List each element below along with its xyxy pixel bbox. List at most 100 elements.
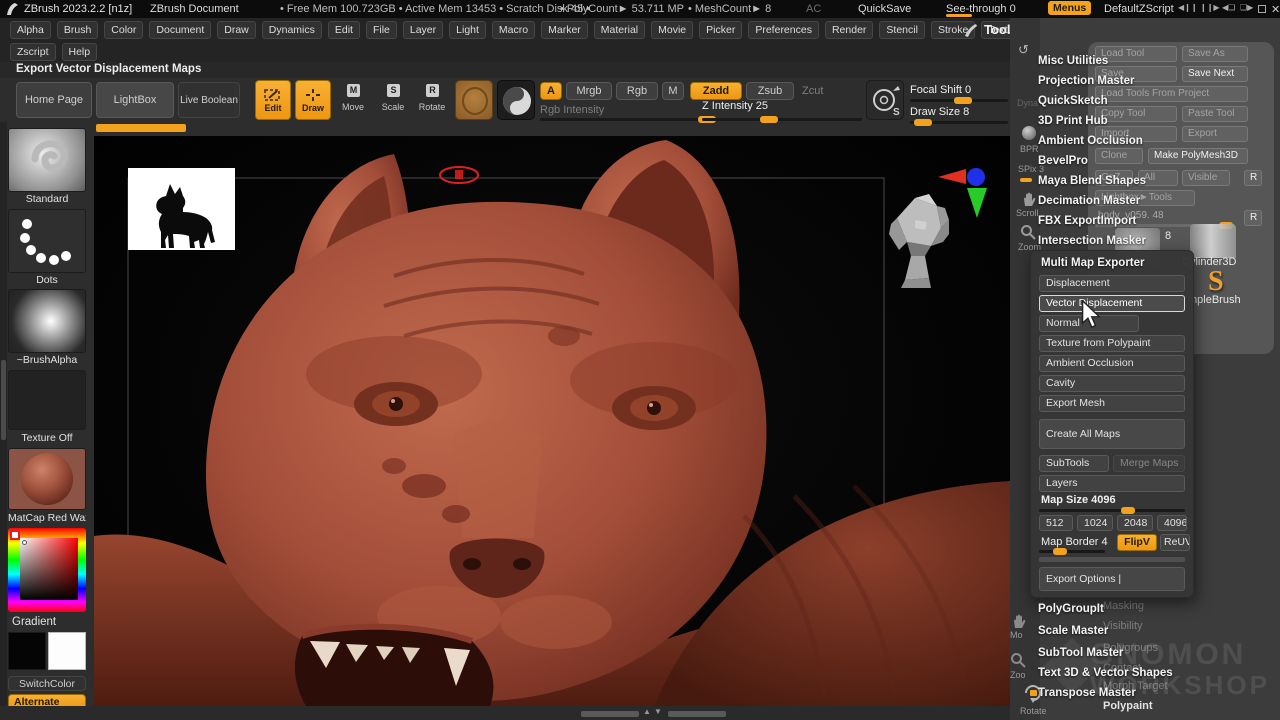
subtools-button[interactable]: SubTools (1039, 455, 1109, 472)
edit-button[interactable]: Edit (255, 80, 291, 120)
zplugin-intersection-masker[interactable]: Intersection Masker (1038, 235, 1146, 247)
r-button-1[interactable]: R (1244, 170, 1262, 186)
z-intensity-nub[interactable] (760, 116, 778, 123)
menu-marker[interactable]: Marker (541, 21, 588, 39)
save-next-button[interactable]: Save Next (1182, 66, 1248, 82)
shelf-scroll-hand-icon[interactable] (1020, 190, 1038, 208)
shelf-bpr-icon[interactable] (1022, 126, 1036, 140)
menu-picker[interactable]: Picker (699, 21, 742, 39)
zplugin-ambient-occlusion[interactable]: Ambient Occlusion (1038, 135, 1143, 147)
m-button[interactable]: M (662, 82, 684, 100)
draw-button[interactable]: Draw (295, 80, 331, 120)
main-color-swatch[interactable] (8, 632, 46, 670)
menu-preferences[interactable]: Preferences (748, 21, 819, 39)
size-4096-button[interactable]: 4096 (1157, 515, 1187, 531)
current-material-thumbnail[interactable] (8, 448, 86, 510)
menu-edit[interactable]: Edit (328, 21, 360, 39)
close-button[interactable]: ✕ (1271, 3, 1280, 16)
restore-button[interactable] (1258, 5, 1266, 13)
menu-help[interactable]: Help (62, 43, 98, 61)
map-texture-from-polypaint-button[interactable]: Texture from Polypaint (1039, 335, 1185, 352)
map-export-mesh-button[interactable]: Export Mesh (1039, 395, 1185, 412)
flipv-button[interactable]: FlipV (1117, 534, 1157, 551)
map-border-slider[interactable] (1039, 550, 1105, 553)
clone-button[interactable]: Clone (1095, 148, 1143, 164)
r-button-2[interactable]: R (1244, 210, 1262, 226)
cylinder3d-thumbnail[interactable] (1190, 224, 1236, 258)
menu-brush[interactable]: Brush (57, 21, 98, 39)
zsub-button[interactable]: Zsub (746, 82, 794, 100)
map-ambient-occlusion-button[interactable]: Ambient Occlusion (1039, 355, 1185, 372)
zplugin-quicksketch[interactable]: QuickSketch (1038, 95, 1108, 107)
map-size-slider[interactable] (1039, 509, 1185, 512)
zplugin-maya-blend-shapes[interactable]: Maya Blend Shapes (1038, 175, 1146, 187)
export-options-button[interactable]: Export Options | (1039, 567, 1185, 591)
color-picker-swatch[interactable] (10, 530, 20, 540)
save-as-button[interactable]: Save As (1182, 46, 1248, 62)
shelf-zoom-icon[interactable] (1020, 224, 1036, 240)
scrub-forward-icon[interactable]: ❙❙▶ (1200, 3, 1220, 12)
zplugin-subtool-master[interactable]: SubTool Master (1038, 647, 1123, 659)
switch-color-button[interactable]: SwitchColor (8, 676, 86, 691)
menu-zscript[interactable]: Zscript (10, 43, 56, 61)
menu-dynamics[interactable]: Dynamics (262, 21, 322, 39)
seethrough-slider-nub[interactable] (946, 14, 972, 17)
menus-toggle[interactable]: Menus (1048, 1, 1091, 15)
scrub-back-icon[interactable]: ◀❙❙ (1178, 3, 1198, 12)
lightbox-drag-bar[interactable] (96, 124, 186, 132)
section-visibility[interactable]: Visibility (1103, 620, 1143, 632)
section-masking[interactable]: Masking (1103, 600, 1144, 612)
map-displacement-button[interactable]: Displacement (1039, 275, 1185, 292)
zplugin-transpose-master[interactable]: Transpose Master (1038, 687, 1136, 699)
shelf-move-hand-icon[interactable] (1010, 612, 1028, 630)
copy-left-icon[interactable]: ◀❏ (1222, 3, 1235, 12)
copy-right-icon[interactable]: ❏▶ (1240, 3, 1253, 12)
paste-tool-button[interactable]: Paste Tool (1182, 106, 1248, 122)
size-1024-button[interactable]: 1024 (1077, 515, 1113, 531)
focal-shift-slider[interactable] (910, 99, 1008, 102)
z-intensity-slider[interactable] (702, 118, 862, 121)
zplugin-fbx-exportimport[interactable]: FBX ExportImport (1038, 215, 1136, 227)
color-picker-inner-square[interactable] (20, 538, 78, 600)
menu-draw[interactable]: Draw (217, 21, 256, 39)
menu-file[interactable]: File (366, 21, 397, 39)
quicksave-button[interactable]: QuickSave (858, 3, 911, 15)
canvas-scroll-left[interactable] (581, 711, 639, 717)
map-size-slider-label[interactable]: Map Size 4096 (1041, 494, 1116, 506)
document-canvas[interactable] (94, 136, 1010, 706)
layers-button[interactable]: Layers (1039, 475, 1185, 492)
sidebar-scroll-handle[interactable] (1, 360, 6, 440)
zplugin-bevelpro[interactable]: BevelPro (1038, 155, 1088, 167)
menu-movie[interactable]: Movie (651, 21, 693, 39)
menu-alpha[interactable]: Alpha (10, 21, 51, 39)
map-size-nub[interactable] (1121, 507, 1135, 514)
sidebar-scrollbar[interactable] (0, 122, 7, 720)
menu-light[interactable]: Light (449, 21, 486, 39)
menu-layer[interactable]: Layer (403, 21, 443, 39)
map-border-slider-label[interactable]: Map Border 4 (1041, 536, 1108, 548)
menu-material[interactable]: Material (594, 21, 645, 39)
zplugin-polygroupit[interactable]: PolyGroupIt (1038, 603, 1104, 615)
zplugin-3d-print-hub[interactable]: 3D Print Hub (1038, 115, 1108, 127)
current-texture-thumbnail[interactable] (8, 370, 86, 430)
material-preview-button[interactable] (497, 80, 535, 120)
menu-document[interactable]: Document (149, 21, 211, 39)
focal-shift-nub[interactable] (954, 97, 972, 104)
size-2048-button[interactable]: 2048 (1117, 515, 1153, 531)
current-alpha-thumbnail[interactable] (8, 289, 86, 353)
shelf-zoom2-icon[interactable] (1010, 652, 1026, 668)
brush-preview-button[interactable] (455, 80, 493, 120)
draw-size-nub[interactable] (914, 119, 932, 126)
map-border-nub[interactable] (1053, 548, 1067, 555)
zplugin-scale-master[interactable]: Scale Master (1038, 625, 1108, 637)
map-vector-displacement-button[interactable]: Vector Displacement (1039, 295, 1185, 312)
zplugin-projection-master[interactable]: Projection Master (1038, 75, 1135, 87)
make-polymesh3d-button[interactable]: Make PolyMesh3D (1148, 148, 1248, 164)
zplugin-decimation-master[interactable]: Decimation Master (1038, 195, 1140, 207)
scroll-down-icon[interactable]: ▼ (654, 707, 662, 716)
lightbox-button[interactable]: LightBox (96, 82, 174, 118)
current-brush-thumbnail[interactable] (8, 128, 86, 192)
alpha-preview-thumbnail[interactable] (128, 168, 235, 250)
a-button[interactable]: A (540, 82, 562, 100)
canvas-scroll-right[interactable] (668, 711, 726, 717)
